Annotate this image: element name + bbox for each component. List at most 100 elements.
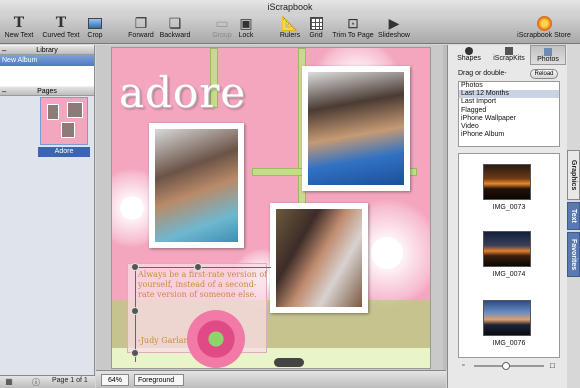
thumb-photo	[67, 102, 83, 118]
curved-text-button[interactable]: T Curved Text	[40, 14, 82, 44]
source-item[interactable]: Photos	[459, 82, 559, 90]
crop-icon	[84, 14, 106, 32]
small-size-icon: ▫	[462, 362, 465, 369]
slideshow-button[interactable]: ▶ Slideshow	[377, 14, 411, 44]
window-title: iScrapbook	[0, 0, 580, 14]
ruler-icon: 📐	[281, 15, 299, 31]
selection-handle[interactable]	[131, 263, 139, 271]
store-icon	[512, 14, 576, 32]
tab-favorites[interactable]: Favorites	[567, 232, 580, 277]
library-list	[0, 66, 94, 86]
photo-caption: IMG_0073	[492, 204, 526, 211]
source-item[interactable]: Last Import	[459, 98, 559, 106]
media-panel: Shapes iScrapKits Photos Drag or double-…	[447, 45, 567, 388]
crop-label: Crop	[87, 32, 103, 39]
lock-label: Lock	[238, 32, 254, 39]
reload-button[interactable]: Reload	[530, 69, 558, 79]
zoom-select[interactable]: 64%	[101, 374, 129, 386]
toolbar: T New Text T Curved Text Crop ❐ Forward …	[0, 14, 580, 44]
info-icon[interactable]: ⓘ	[30, 377, 42, 387]
crop-button[interactable]: Crop	[84, 14, 106, 44]
lock-button[interactable]: ▣ Lock	[235, 14, 257, 44]
tab-iscrapkits[interactable]: iScrapKits	[488, 45, 530, 65]
scrapbook-page[interactable]: adore Always be a first-rate version of …	[111, 47, 431, 369]
text-icon: T	[13, 15, 25, 31]
photo-source-list[interactable]: Photos Last 12 Months Last Import Flagge…	[458, 81, 560, 147]
forward-button[interactable]: ❐ Forward	[126, 14, 156, 44]
source-item[interactable]: iPhone Wallpaper	[459, 115, 559, 123]
photo-frame[interactable]	[149, 123, 244, 248]
selection-handle[interactable]	[194, 263, 202, 271]
shapes-icon	[465, 47, 473, 55]
page-thumbnail[interactable]	[40, 97, 88, 145]
new-text-label: New Text	[4, 32, 34, 39]
store-label: iScrapbook Store	[517, 32, 571, 39]
page-indicator[interactable]: Page 1 of 1	[52, 377, 88, 384]
large-size-icon: □	[550, 361, 555, 370]
selection-handle[interactable]	[131, 349, 139, 357]
rulers-button[interactable]: 📐 Rulers	[278, 14, 302, 44]
page-thumbnail-label[interactable]: Adore	[38, 147, 90, 157]
library-header[interactable]: – Library	[0, 45, 94, 55]
group-icon: ▭	[215, 15, 229, 31]
slideshow-label: Slideshow	[378, 32, 410, 39]
group-label: Group	[212, 32, 232, 39]
photo-boy-smiling	[308, 72, 404, 185]
page-view-icon[interactable]: ▦	[3, 377, 15, 387]
trim-icon: ⊡	[347, 15, 359, 31]
tab-text[interactable]: Text	[567, 202, 580, 230]
collapse-icon[interactable]: –	[2, 46, 6, 56]
photo-boy	[155, 129, 238, 242]
side-tabs: Graphics Text Favorites	[567, 150, 580, 280]
source-item[interactable]: Video	[459, 123, 559, 131]
photo-thumbnail-list[interactable]: IMG_0073 IMG_0074 IMG_0076	[458, 153, 560, 358]
trim-label: Trim To Page	[332, 32, 374, 39]
send-backward-icon: ❏	[168, 15, 182, 31]
trim-to-page-button[interactable]: ⊡ Trim To Page	[330, 14, 376, 44]
backward-button[interactable]: ❏ Backward	[158, 14, 192, 44]
page-title-text[interactable]: adore	[119, 68, 246, 117]
photo-frame[interactable]	[270, 203, 368, 313]
status-bar: 64% Foreground	[96, 370, 446, 388]
photo-thumbnail[interactable]	[483, 300, 531, 336]
slider-knob[interactable]	[502, 362, 510, 370]
left-sidebar: – Library New Album – Pages	[0, 45, 95, 375]
tab-photos[interactable]: Photos	[530, 45, 566, 65]
group-button[interactable]: ▭ Group	[210, 14, 234, 44]
photo-thumbnail[interactable]	[483, 164, 531, 200]
quote-text[interactable]: Always be a first-rate version of yourse…	[138, 270, 268, 300]
photo-thumbnail[interactable]	[483, 231, 531, 267]
pages-header[interactable]: – Pages	[0, 86, 94, 96]
kits-icon	[505, 47, 513, 55]
album-item[interactable]: New Album	[0, 55, 94, 66]
rulers-label: Rulers	[279, 32, 301, 39]
tab-shapes[interactable]: Shapes	[450, 45, 488, 65]
layer-select[interactable]: Foreground	[134, 374, 184, 386]
slideshow-icon: ▶	[388, 15, 400, 31]
thumb-photo	[47, 104, 59, 120]
new-text-button[interactable]: T New Text	[4, 14, 34, 44]
thumbnail-size-slider[interactable]: ▫ □	[462, 361, 558, 370]
quote-author: -Judy Garland	[138, 336, 194, 345]
source-item[interactable]: Flagged	[459, 107, 559, 115]
drag-hint: Drag or double-	[458, 70, 507, 77]
grid-button[interactable]: Grid	[304, 14, 328, 44]
collapse-icon[interactable]: –	[2, 87, 6, 97]
photos-icon	[544, 48, 552, 56]
curved-text-label: Curved Text	[42, 32, 80, 39]
forward-label: Forward	[128, 32, 154, 39]
thumb-photo	[61, 122, 75, 138]
selection-handle[interactable]	[131, 307, 139, 315]
bring-forward-icon: ❐	[134, 15, 148, 31]
photo-caption: IMG_0074	[492, 271, 526, 278]
source-item[interactable]: iPhone Album	[459, 131, 559, 139]
photo-frame[interactable]	[302, 66, 410, 191]
rotate-handle[interactable]	[274, 358, 304, 367]
photo-women	[276, 209, 362, 307]
tab-graphics[interactable]: Graphics	[567, 150, 580, 200]
media-tabs: Shapes iScrapKits Photos	[450, 45, 566, 65]
pink-flower-embellishment[interactable]	[187, 310, 245, 368]
store-button[interactable]: iScrapbook Store	[512, 14, 576, 44]
source-item[interactable]: Last 12 Months	[459, 90, 559, 99]
curved-text-icon: T	[55, 15, 67, 31]
